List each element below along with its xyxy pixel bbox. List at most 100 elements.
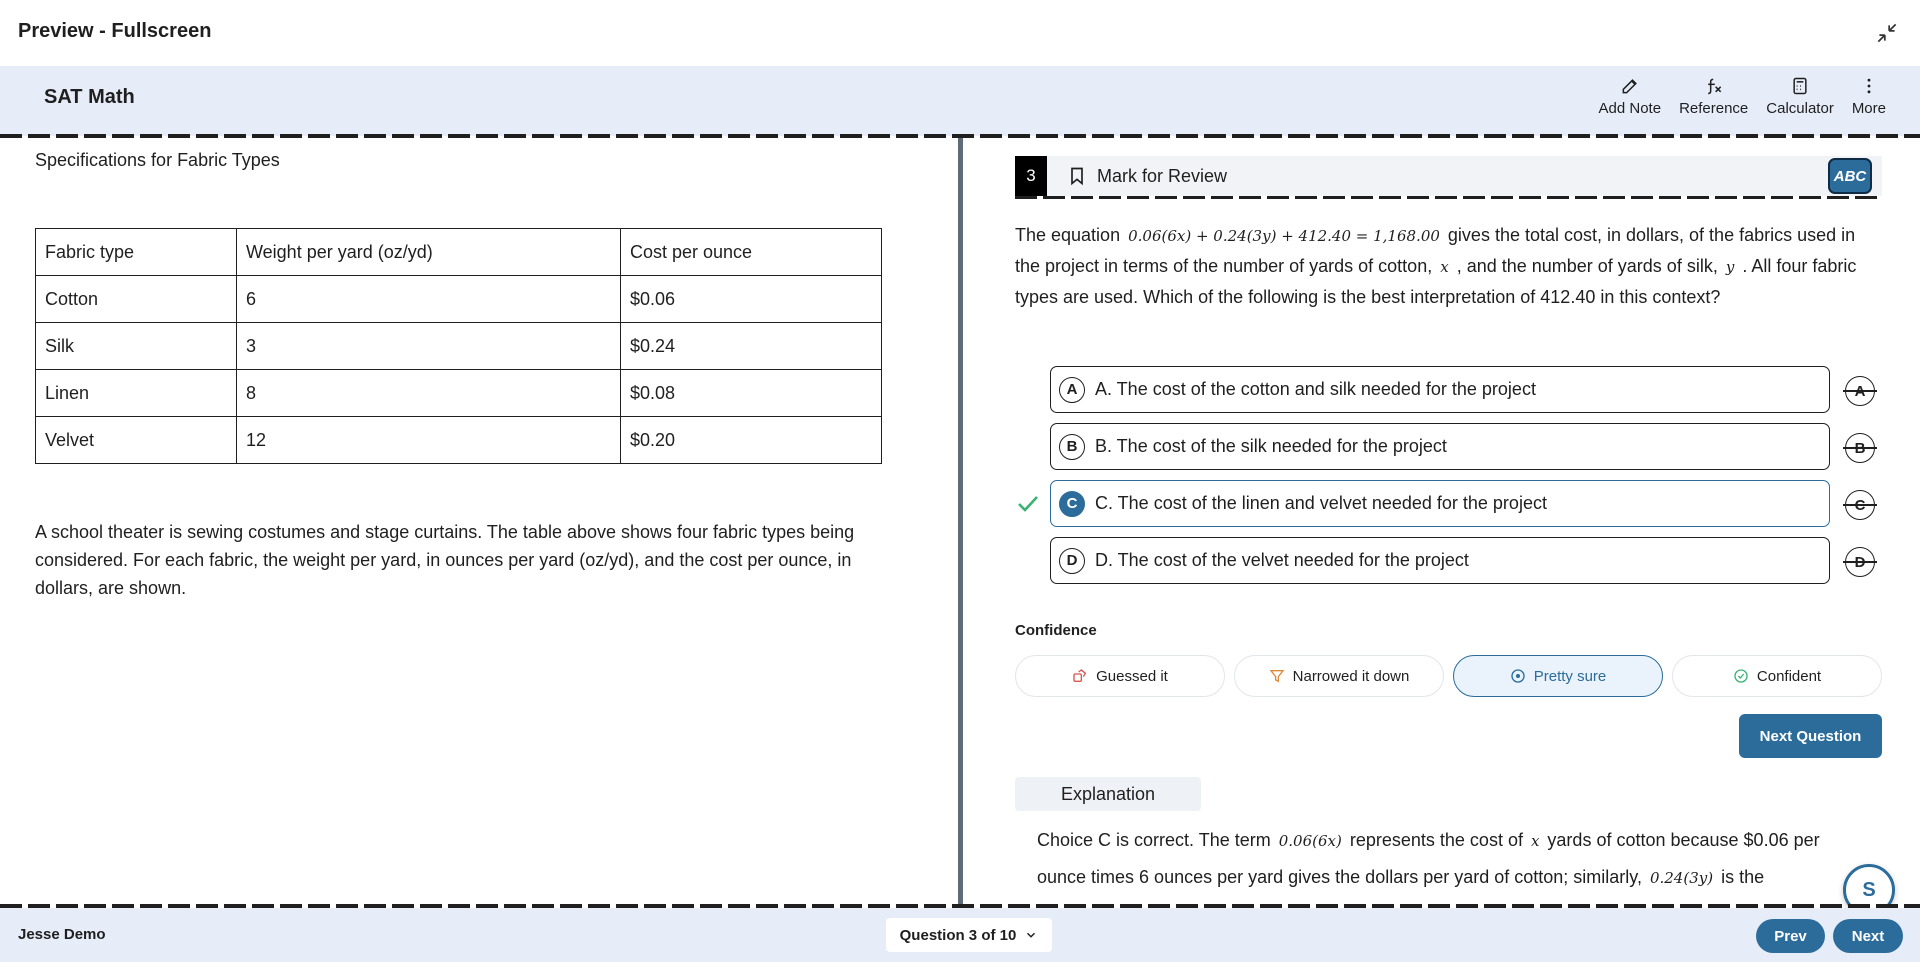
correct-check-icon (1018, 496, 1038, 512)
collapse-arrows-icon[interactable] (1874, 20, 1900, 46)
reference-label: Reference (1679, 100, 1749, 117)
eliminate-a-button[interactable]: A (1843, 376, 1877, 406)
table-cell: 3 (236, 322, 621, 370)
prev-button[interactable]: Prev (1756, 919, 1825, 953)
table-cell: $0.20 (620, 416, 882, 464)
confidence-guessed-button[interactable]: Guessed it (1015, 655, 1225, 697)
table-row: Cotton 6 $0.06 (35, 275, 882, 323)
choice-a[interactable]: A A. The cost of the cotton and silk nee… (1050, 366, 1830, 413)
calculator-button[interactable]: Calculator (1766, 76, 1834, 117)
confidence-confident-button[interactable]: Confident (1672, 655, 1882, 697)
choice-letter: B (1059, 433, 1085, 460)
table-cell: Silk (35, 322, 237, 370)
next-button[interactable]: Next (1833, 919, 1903, 953)
confidence-narrowed-button[interactable]: Narrowed it down (1234, 655, 1444, 697)
choice-text: D. The cost of the velvet needed for the… (1095, 550, 1469, 570)
choice-text: A. The cost of the cotton and silk neede… (1095, 379, 1536, 399)
function-icon (1707, 78, 1721, 95)
equation: 0.06(6x) + 0.24(3y) + 412.40 = 1,168.00 (1128, 227, 1440, 245)
table-row: Linen 8 $0.08 (35, 369, 882, 417)
choice-letter: D (1059, 547, 1085, 574)
funnel-icon (1269, 670, 1285, 683)
explanation-tab[interactable]: Explanation (1015, 777, 1201, 811)
confidence-option-label: Narrowed it down (1292, 667, 1410, 685)
bookmark-icon (1071, 167, 1083, 186)
footer-bar: Jesse Demo Question 3 of 10 Prev Next (0, 908, 1920, 962)
explanation-math: 0.06(6x) (1278, 832, 1342, 850)
choice-b[interactable]: B B. The cost of the silk needed for the… (1050, 423, 1830, 470)
choice-text: C. The cost of the linen and velvet need… (1095, 493, 1547, 513)
calculator-label: Calculator (1766, 100, 1834, 117)
answer-eliminator-toggle[interactable]: ABC (1828, 158, 1872, 194)
question-pane: 3 Mark for Review ABC The equation 0.06(6… (963, 140, 1920, 906)
next-question-button[interactable]: Next Question (1739, 714, 1882, 758)
passage-pane: Specifications for Fabric Types Fabric t… (0, 140, 958, 906)
target-icon (1511, 669, 1525, 683)
choice-row-b: B B. The cost of the silk needed for the… (1050, 423, 1882, 480)
stem-text: The equation (1015, 225, 1121, 245)
question-header-bar: 3 Mark for Review ABC (1015, 156, 1882, 196)
table-cell: 12 (236, 416, 621, 464)
dice-icon (1073, 669, 1087, 682)
window-title: Preview - Fullscreen (18, 20, 212, 42)
choice-row-c: C C. The cost of the linen and velvet ne… (1018, 480, 1882, 537)
question-navigator[interactable]: Question 3 of 10 (886, 918, 1052, 952)
table-cell: 8 (236, 369, 621, 417)
table-cell: 6 (236, 275, 621, 323)
table-cell: $0.24 (620, 322, 882, 370)
confidence-options: Guessed it Narrowed it down Pretty sure … (1015, 655, 1882, 697)
choice-row-a: A A. The cost of the cotton and silk nee… (1050, 366, 1882, 423)
confidence-option-label: Pretty sure (1533, 667, 1607, 685)
pencil-icon (1622, 79, 1637, 94)
eliminate-c-button[interactable]: C (1843, 490, 1877, 520)
confidence-label: Confidence (1015, 622, 1097, 639)
table-row: Silk 3 $0.24 (35, 322, 882, 370)
variable-y: y (1725, 258, 1735, 276)
fabric-table: Fabric type Weight per yard (oz/yd) Cost… (35, 228, 882, 464)
explanation-math: x (1530, 832, 1540, 850)
confidence-option-label: Confident (1756, 667, 1822, 685)
more-button[interactable]: More (1852, 76, 1886, 117)
confidence-pretty-sure-button[interactable]: Pretty sure (1453, 655, 1663, 697)
choice-c[interactable]: C C. The cost of the linen and velvet ne… (1050, 480, 1830, 527)
window-titlebar: Preview - Fullscreen (0, 0, 1920, 66)
mark-for-review-label: Mark for Review (1097, 165, 1228, 186)
choice-row-d: D D. The cost of the velvet needed for t… (1050, 537, 1882, 594)
question-nav-label: Question 3 of 10 (899, 926, 1017, 944)
question-number: 3 (1015, 156, 1047, 196)
question-header-divider (1015, 196, 1882, 199)
table-cell: $0.08 (620, 369, 882, 417)
exam-header: SAT Math Add Note Reference Calculator M… (0, 66, 1920, 136)
table-cell: Velvet (35, 416, 237, 464)
chevron-down-icon (1027, 932, 1036, 938)
eliminate-b-button[interactable]: B (1843, 433, 1877, 463)
choice-d[interactable]: D D. The cost of the velvet needed for t… (1050, 537, 1830, 584)
table-header-row: Fabric type Weight per yard (oz/yd) Cost… (35, 228, 882, 276)
kebab-icon (1867, 78, 1871, 94)
test-name: SAT Math (44, 86, 135, 108)
explanation-segment: is the (1721, 867, 1765, 887)
reference-button[interactable]: Reference (1679, 76, 1748, 117)
column-header: Fabric type (35, 228, 237, 276)
toolbar: Add Note Reference Calculator More (1599, 76, 1886, 117)
calculator-icon (1793, 77, 1807, 95)
confidence-option-label: Guessed it (1096, 667, 1168, 685)
answer-choices: A A. The cost of the cotton and silk nee… (1018, 366, 1882, 594)
mark-for-review-button[interactable]: Mark for Review (1067, 156, 1227, 196)
add-note-button[interactable]: Add Note (1599, 76, 1661, 117)
choice-text: B. The cost of the silk needed for the p… (1095, 436, 1447, 456)
passage-text: A school theater is sewing costumes and … (35, 522, 855, 598)
table-cell: Cotton (35, 275, 237, 323)
explanation-text: Choice C is correct. The term 0.06(6x) rep… (1037, 822, 1867, 896)
column-header: Weight per yard (oz/yd) (236, 228, 621, 276)
choice-letter: A (1059, 376, 1085, 403)
user-name: Jesse Demo (18, 926, 106, 943)
explanation-math: 0.24(3y) (1649, 869, 1714, 887)
column-header: Cost per ounce (620, 228, 882, 276)
table-cell: $0.06 (620, 275, 882, 323)
stem-text: , and the number of yards of silk, (1456, 256, 1718, 276)
explanation-segment: represents the cost of (1349, 830, 1523, 850)
eliminate-d-button[interactable]: D (1843, 547, 1877, 577)
choice-letter: C (1059, 490, 1085, 517)
variable-x: x (1440, 258, 1449, 276)
